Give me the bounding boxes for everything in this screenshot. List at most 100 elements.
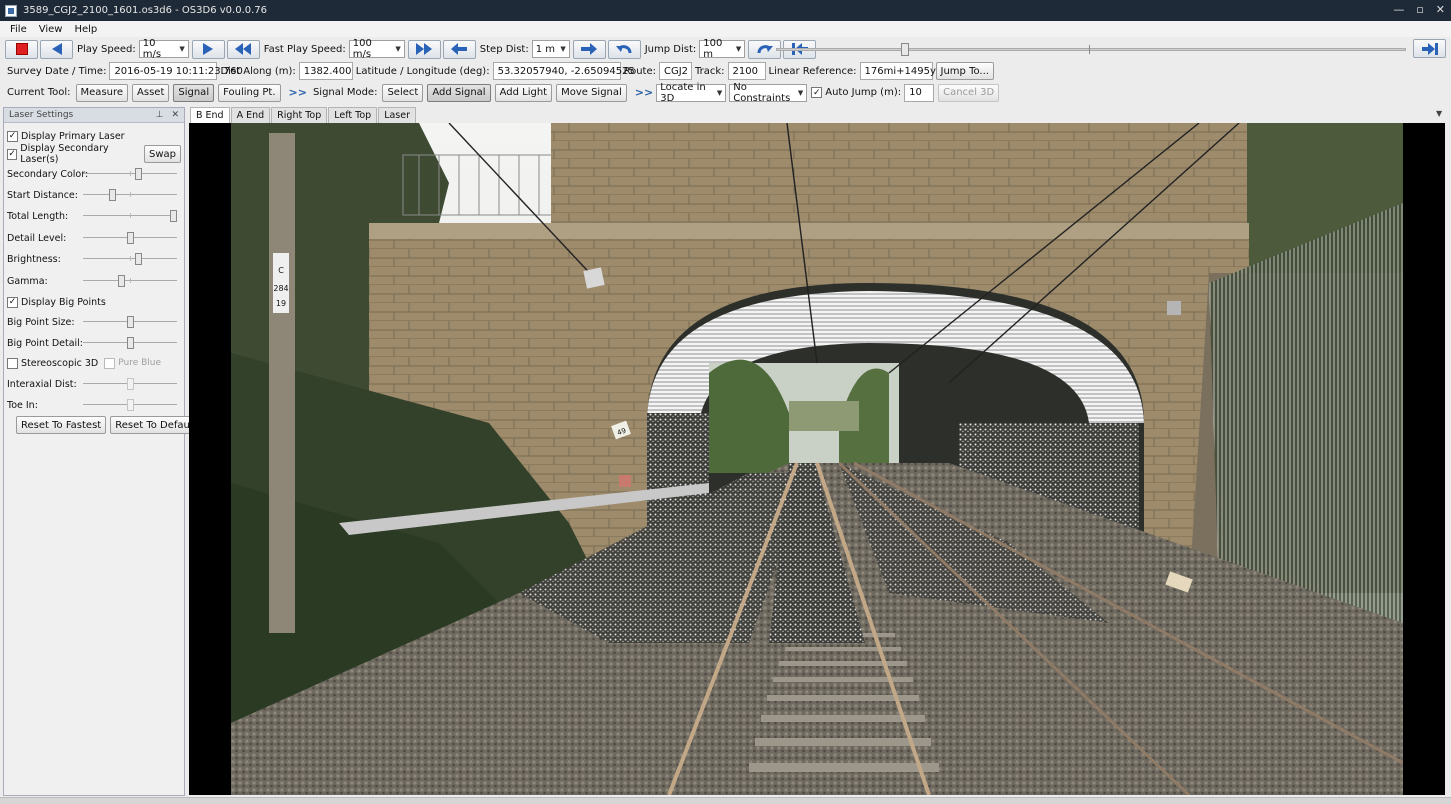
slider-thumb[interactable] [126, 337, 134, 349]
cancel-3d-button[interactable]: Cancel 3D [938, 83, 1000, 102]
start-distance-slider[interactable] [83, 189, 177, 201]
tool-fouling-button[interactable]: Fouling Pt. [218, 83, 281, 102]
big-point-size-label: Big Point Size: [7, 316, 75, 328]
linear-reference-field[interactable]: 176mi+1495yd [859, 62, 942, 80]
big-point-detail-slider[interactable] [83, 337, 177, 349]
reset-fastest-button[interactable]: Reset To Fastest [16, 416, 107, 434]
slider-thumb[interactable] [135, 253, 143, 265]
gamma-row: Gamma: [7, 271, 183, 291]
chevron-right-icon: >> [288, 86, 307, 99]
secondary-color-row: Secondary Color: [7, 164, 183, 184]
display-secondary-checkbox[interactable]: ✓ [7, 148, 18, 160]
latlon-field[interactable]: 53.32057940, -2.65094525 [492, 62, 635, 80]
detail-level-label: Detail Level: [7, 232, 67, 244]
curved-arrow-right-icon [757, 45, 773, 54]
display-primary-checkbox[interactable]: ✓ [7, 130, 18, 142]
minimize-button[interactable]: — [1393, 3, 1404, 16]
track-label: Track: [694, 65, 725, 77]
arrow-right-icon [581, 43, 598, 55]
stereoscopic-label: Stereoscopic 3D [21, 357, 99, 369]
secondary-color-slider[interactable] [83, 168, 177, 180]
close-icon[interactable]: ✕ [171, 110, 179, 120]
pure-blue-checkbox[interactable] [104, 357, 116, 369]
brightness-slider[interactable] [83, 253, 177, 265]
toe-in-row: Toe In: [7, 395, 183, 415]
slider-thumb[interactable] [135, 168, 143, 180]
tool-signal-button[interactable]: Signal [173, 83, 215, 102]
tab-b-end[interactable]: B End [190, 107, 230, 123]
display-big-points-checkbox[interactable]: ✓ [7, 296, 18, 308]
slider-thumb[interactable] [126, 232, 134, 244]
jump-to-button[interactable]: Jump To... [935, 62, 994, 80]
close-window-button[interactable]: ✕ [1436, 3, 1445, 16]
tab-laser[interactable]: Laser [378, 107, 417, 123]
railway-scene: C 284 19 49 [189, 123, 1445, 795]
add-light-button[interactable]: Add Light [494, 83, 553, 102]
big-point-size-slider[interactable] [83, 316, 177, 328]
stop-button[interactable] [5, 39, 38, 59]
slider-thumb[interactable] [109, 189, 117, 201]
tab-left-top[interactable]: Left Top [328, 107, 378, 123]
menu-view[interactable]: View [33, 24, 69, 35]
slider-thumb[interactable] [126, 378, 134, 390]
slider-thumb[interactable] [170, 210, 177, 222]
add-signal-button[interactable]: Add Signal [427, 83, 491, 102]
fast-forward-button[interactable] [407, 39, 441, 59]
go-to-end-button[interactable] [1413, 39, 1446, 58]
locate-select[interactable]: Locate in 3D ▼ [656, 82, 727, 104]
step-back-button[interactable] [442, 39, 476, 59]
playback-slider[interactable] [776, 43, 1406, 56]
tab-right-top[interactable]: Right Top [271, 107, 328, 123]
step-dist-value: 1 m [535, 43, 556, 55]
play-reverse-button[interactable] [40, 39, 73, 59]
stereoscopic-checkbox[interactable] [7, 357, 18, 369]
auto-jump-checkbox[interactable]: ✓ [811, 87, 823, 98]
slider-thumb[interactable] [126, 399, 134, 411]
survey-field[interactable]: 2016-05-19 10:11:23.760 [109, 62, 243, 80]
slider-thumb[interactable] [126, 316, 134, 328]
auto-jump-label: Auto Jump (m): [825, 87, 902, 98]
slider-thumb[interactable] [117, 275, 125, 287]
dist-along-field[interactable]: 1382.400 [298, 62, 353, 80]
fast-play-speed-select[interactable]: 100 m/s ▼ [348, 38, 405, 60]
play-forward-button[interactable] [191, 39, 225, 59]
pin-icon[interactable]: ⊥ [156, 110, 164, 120]
camera-viewer[interactable]: C 284 19 49 [189, 123, 1445, 795]
menu-file[interactable]: File [4, 24, 33, 35]
auto-jump-field[interactable]: 10 [904, 83, 935, 102]
move-signal-button[interactable]: Move Signal [556, 83, 627, 102]
chevron-right-icon: >> [634, 86, 654, 99]
slider-thumb[interactable] [901, 43, 910, 56]
reset-row: Reset To Fastest Reset To Default [14, 415, 202, 435]
route-field[interactable]: CGJ2 [658, 62, 692, 80]
step-dist-select[interactable]: 1 m ▼ [531, 40, 570, 58]
reset-default-button[interactable]: Reset To Default [110, 416, 202, 434]
panel-header: Laser Settings ⊥ ✕ [4, 108, 184, 123]
play-forward-icon [203, 43, 214, 55]
menu-help[interactable]: Help [68, 24, 103, 35]
tab-menu-icon[interactable]: ▼ [1436, 109, 1442, 118]
fast-reverse-button[interactable] [226, 39, 260, 59]
jump-back-button[interactable] [607, 39, 641, 59]
step-forward-button[interactable] [572, 39, 606, 59]
tool-measure-button[interactable]: Measure [75, 83, 129, 102]
interaxial-slider[interactable] [83, 378, 177, 390]
signal-select-button[interactable]: Select [382, 83, 424, 102]
toe-in-slider[interactable] [83, 399, 177, 411]
swap-button[interactable]: Swap [143, 145, 181, 163]
tool-asset-button[interactable]: Asset [132, 83, 170, 102]
app-icon [5, 4, 17, 17]
jump-dist-select[interactable]: 100 m ▼ [699, 38, 746, 60]
total-length-row: Total Length: [7, 206, 183, 226]
maximize-button[interactable]: ▫ [1416, 3, 1423, 16]
track-field[interactable]: 2100 [727, 62, 766, 80]
gamma-slider[interactable] [83, 275, 177, 287]
start-distance-row: Start Distance: [7, 185, 183, 205]
mast-sign-284: 284 [273, 284, 288, 293]
play-speed-select[interactable]: 10 m/s ▼ [138, 38, 189, 60]
tab-a-end[interactable]: A End [230, 107, 271, 123]
total-length-slider[interactable] [83, 210, 177, 222]
detail-level-slider[interactable] [83, 232, 177, 244]
constraints-select[interactable]: No Constraints ▼ [729, 82, 808, 104]
secondary-color-label: Secondary Color: [7, 168, 89, 180]
